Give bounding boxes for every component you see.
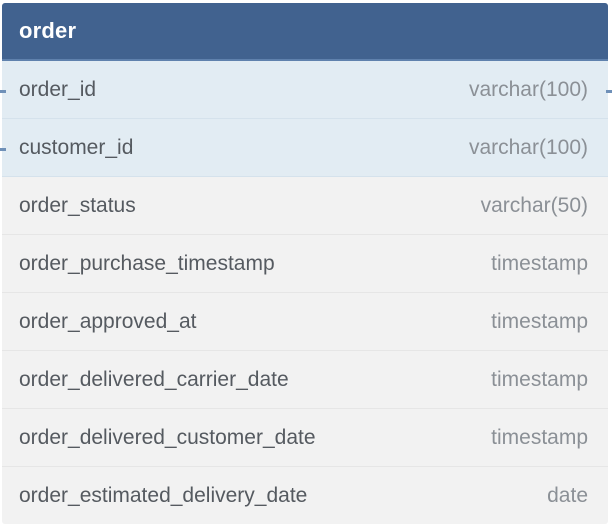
- field-list: order_id varchar(100) customer_id varcha…: [2, 61, 608, 524]
- field-row-order-status[interactable]: order_status varchar(50): [2, 177, 608, 235]
- field-name: order_purchase_timestamp: [19, 251, 275, 275]
- field-name: order_delivered_customer_date: [19, 425, 316, 449]
- field-name: order_estimated_delivery_date: [19, 483, 308, 507]
- field-row-order-estimated-delivery-date[interactable]: order_estimated_delivery_date date: [2, 467, 608, 524]
- field-row-order-approved-at[interactable]: order_approved_at timestamp: [2, 293, 608, 351]
- field-type: date: [547, 483, 588, 507]
- field-type: timestamp: [491, 425, 588, 449]
- field-type: timestamp: [491, 251, 588, 275]
- field-row-order-delivered-carrier-date[interactable]: order_delivered_carrier_date timestamp: [2, 351, 608, 409]
- entity-table-order[interactable]: order order_id varchar(100) customer_id …: [2, 3, 608, 524]
- field-type: varchar(50): [480, 193, 588, 217]
- relationship-connector-left[interactable]: [0, 90, 6, 93]
- field-row-order-id[interactable]: order_id varchar(100): [2, 61, 608, 119]
- field-type: varchar(100): [468, 135, 588, 159]
- field-row-order-purchase-timestamp[interactable]: order_purchase_timestamp timestamp: [2, 235, 608, 293]
- table-header[interactable]: order: [2, 3, 608, 61]
- field-type: timestamp: [491, 309, 588, 333]
- relationship-connector-right[interactable]: [606, 90, 612, 93]
- field-row-order-delivered-customer-date[interactable]: order_delivered_customer_date timestamp: [2, 409, 608, 467]
- field-name: order_status: [19, 193, 136, 217]
- relationship-connector-left[interactable]: [0, 148, 6, 151]
- field-name: order_approved_at: [19, 309, 197, 333]
- field-type: timestamp: [491, 367, 588, 391]
- field-name: order_delivered_carrier_date: [19, 367, 289, 391]
- table-title: order: [19, 18, 77, 43]
- field-name: order_id: [19, 77, 97, 101]
- field-row-customer-id[interactable]: customer_id varchar(100): [2, 119, 608, 177]
- field-name: customer_id: [19, 135, 134, 159]
- field-type: varchar(100): [468, 77, 588, 101]
